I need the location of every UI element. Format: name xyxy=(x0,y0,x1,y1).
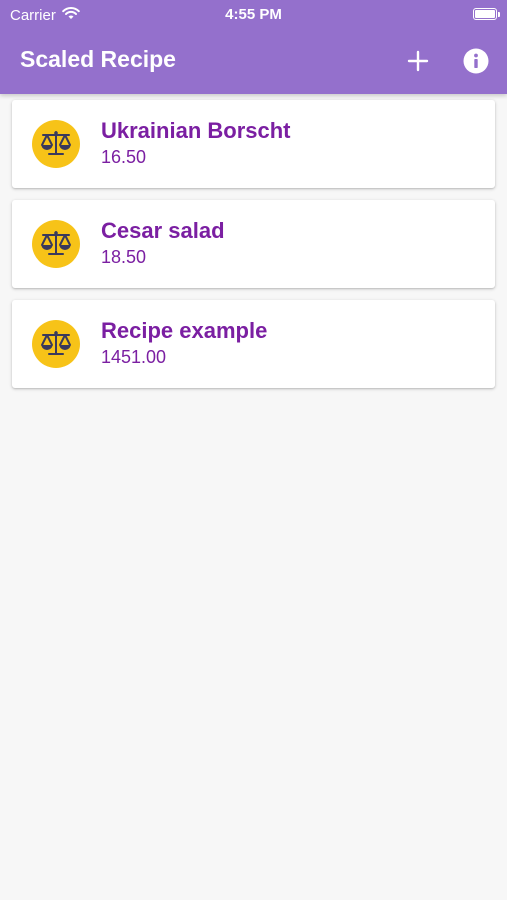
battery-cap xyxy=(498,12,500,17)
recipe-value: 16.50 xyxy=(101,147,147,167)
recipe-list: Ukrainian Borscht 16.50 Cesar salad 18.5… xyxy=(0,94,507,388)
balance-scale-icon xyxy=(41,331,71,355)
recipe-card[interactable]: Ukrainian Borscht 16.50 xyxy=(12,100,495,188)
recipe-value: 1451.00 xyxy=(101,347,167,367)
add-button[interactable] xyxy=(402,45,434,77)
recipe-card[interactable]: Cesar salad 18.50 xyxy=(12,200,495,288)
info-icon xyxy=(463,48,489,74)
status-bar: Carrier 4:55 PM xyxy=(0,0,507,30)
recipe-value: 18.50 xyxy=(101,247,147,267)
page-title: Scaled Recipe xyxy=(20,46,176,72)
balance-scale-icon xyxy=(41,131,71,155)
avatar xyxy=(32,220,80,268)
info-button[interactable] xyxy=(460,45,492,77)
avatar xyxy=(32,120,80,168)
balance-scale-icon xyxy=(41,231,71,255)
app-bar: Scaled Recipe xyxy=(0,30,507,94)
battery-fill xyxy=(475,10,495,18)
recipe-card[interactable]: Recipe example 1451.00 xyxy=(12,300,495,388)
battery-icon xyxy=(473,8,500,20)
status-time: 4:55 PM xyxy=(225,6,282,23)
screen: Carrier 4:55 PM Scaled Recipe Ukrainian … xyxy=(0,0,507,900)
recipe-title: Recipe example xyxy=(101,318,268,343)
plus-icon xyxy=(407,50,429,72)
recipe-title: Ukrainian Borscht xyxy=(101,118,291,143)
top-bar: Carrier 4:55 PM Scaled Recipe xyxy=(0,0,507,94)
avatar xyxy=(32,320,80,368)
recipe-title: Cesar salad xyxy=(101,218,225,243)
